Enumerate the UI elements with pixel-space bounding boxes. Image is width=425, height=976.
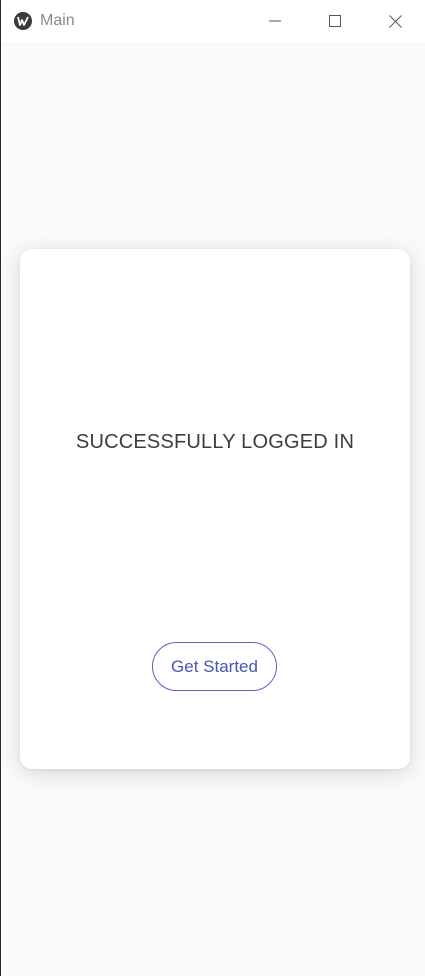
app-icon (14, 12, 32, 30)
window-title: Main (40, 12, 75, 29)
maximize-icon (329, 15, 341, 27)
maximize-button[interactable] (305, 0, 365, 42)
login-success-card: SUCCESSFULLY LOGGED IN Get Started (20, 249, 410, 769)
status-message: SUCCESSFULLY LOGGED IN (75, 431, 355, 453)
app-window: Main SUCCESSFULLY LOGGED IN Get Started (0, 0, 425, 976)
minimize-button[interactable] (245, 0, 305, 42)
close-icon (388, 14, 402, 28)
title-bar[interactable]: Main (1, 0, 425, 42)
get-started-button[interactable]: Get Started (152, 642, 277, 691)
minimize-icon (269, 20, 281, 22)
window-controls (245, 0, 425, 42)
close-button[interactable] (365, 0, 425, 42)
